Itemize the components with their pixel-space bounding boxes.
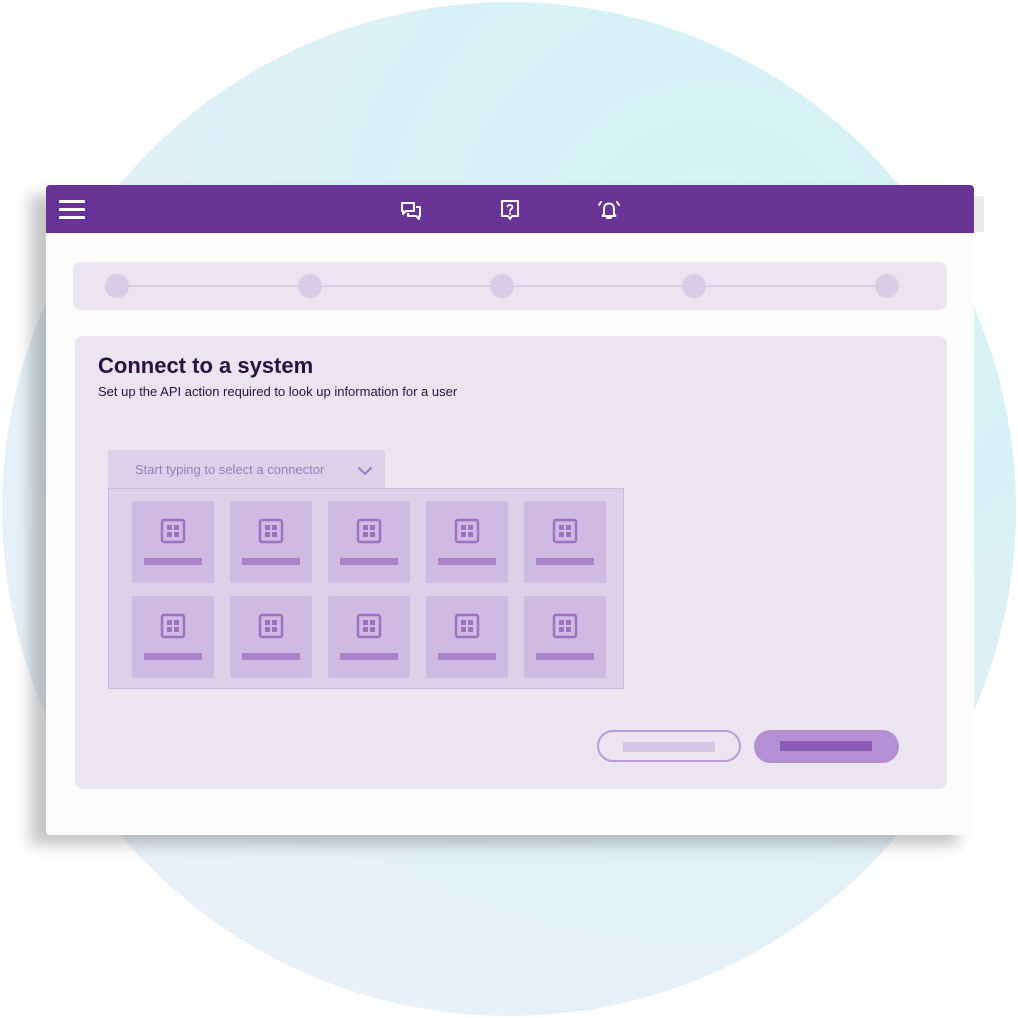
connector-tile[interactable] xyxy=(426,501,508,583)
connector-tile-label-placeholder xyxy=(242,653,300,660)
illustration-stage: Connect to a system Set up the API actio… xyxy=(0,0,1018,1018)
grid-app-icon xyxy=(356,613,382,639)
connector-tile[interactable] xyxy=(328,596,410,678)
back-button-label-placeholder xyxy=(623,742,715,752)
connector-list xyxy=(108,488,624,689)
connector-tile[interactable] xyxy=(230,596,312,678)
progress-stepper xyxy=(73,262,947,310)
connector-tile[interactable] xyxy=(132,596,214,678)
step-5[interactable] xyxy=(875,274,899,298)
connector-search-input[interactable]: Start typing to select a connector xyxy=(108,450,385,488)
connector-tile-label-placeholder xyxy=(340,558,398,565)
grid-app-icon xyxy=(454,518,480,544)
chevron-down-icon[interactable] xyxy=(357,465,373,477)
connector-tile-label-placeholder xyxy=(438,653,496,660)
connector-tile-label-placeholder xyxy=(536,653,594,660)
page-subtitle: Set up the API action required to look u… xyxy=(98,384,458,399)
connector-tile-label-placeholder xyxy=(144,653,202,660)
connector-tile-label-placeholder xyxy=(340,653,398,660)
grid-app-icon xyxy=(454,613,480,639)
step-1[interactable] xyxy=(105,274,129,298)
grid-app-icon xyxy=(258,518,284,544)
connector-tile[interactable] xyxy=(524,501,606,583)
page-title: Connect to a system xyxy=(98,353,314,378)
connector-tile[interactable] xyxy=(328,501,410,583)
grid-app-icon xyxy=(552,613,578,639)
top-navigation-bar xyxy=(46,185,974,233)
connector-tile-label-placeholder xyxy=(144,558,202,565)
connector-tile[interactable] xyxy=(524,596,606,678)
step-2[interactable] xyxy=(298,274,322,298)
next-button[interactable] xyxy=(754,730,899,763)
help-icon[interactable] xyxy=(497,197,523,223)
notification-bell-icon[interactable] xyxy=(596,197,622,223)
connector-tile-label-placeholder xyxy=(536,558,594,565)
grid-app-icon xyxy=(258,613,284,639)
connector-tile-label-placeholder xyxy=(438,558,496,565)
grid-app-icon xyxy=(356,518,382,544)
connector-search-placeholder: Start typing to select a connector xyxy=(135,462,325,477)
grid-app-icon xyxy=(160,518,186,544)
step-3[interactable] xyxy=(490,274,514,298)
grid-app-icon xyxy=(160,613,186,639)
connector-tile-label-placeholder xyxy=(242,558,300,565)
connector-tile[interactable] xyxy=(426,596,508,678)
next-button-label-placeholder xyxy=(780,741,872,751)
connect-system-panel: Connect to a system Set up the API actio… xyxy=(75,336,947,789)
back-button[interactable] xyxy=(597,730,741,762)
connector-tile[interactable] xyxy=(230,501,312,583)
step-4[interactable] xyxy=(682,274,706,298)
connector-tile[interactable] xyxy=(132,501,214,583)
hamburger-menu-icon[interactable] xyxy=(59,197,85,223)
chat-icon[interactable] xyxy=(398,197,424,223)
grid-app-icon xyxy=(552,518,578,544)
app-window: Connect to a system Set up the API actio… xyxy=(46,185,974,835)
window-edge xyxy=(974,196,984,232)
